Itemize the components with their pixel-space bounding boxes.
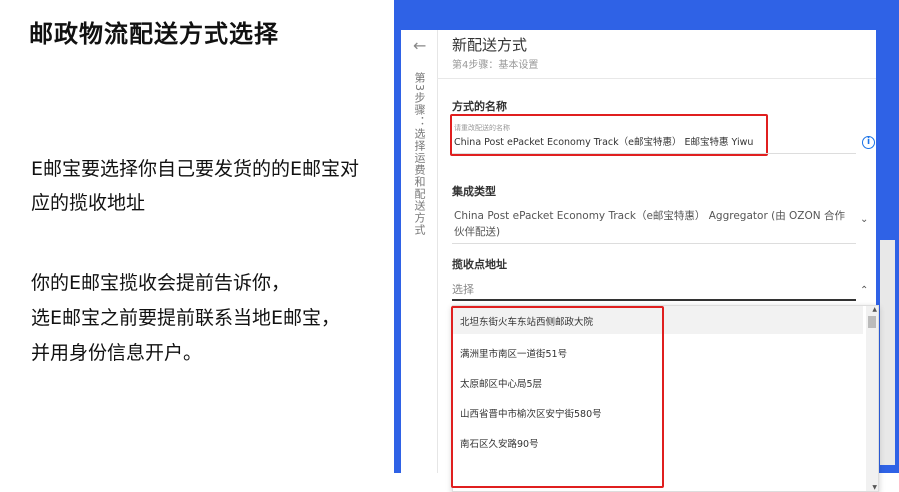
integration-underline — [452, 243, 856, 244]
slide-title: 邮政物流配送方式选择 — [29, 20, 279, 48]
scroll-up-icon[interactable]: ▲ — [872, 306, 877, 313]
address-highlight-box — [451, 306, 664, 488]
page-scrollbar[interactable] — [880, 240, 895, 465]
back-arrow-icon[interactable]: ← — [413, 36, 426, 55]
instruction-line-2: 选E邮宝之前要提前联系当地E邮宝， — [31, 307, 341, 329]
scroll-down-icon[interactable]: ▼ — [872, 484, 877, 491]
pickup-address-select[interactable]: 选择 — [452, 281, 856, 299]
steps-sidebar: ← 第3步骤：选择运费和配送方式 — [401, 30, 438, 473]
method-name-underline — [452, 153, 856, 154]
instruction-line-3: 并用身份信息开户。 — [31, 342, 203, 364]
page-subtitle: 第4步骤：基本设置 — [452, 60, 539, 71]
pickup-underline — [452, 299, 856, 301]
step-label: 第3步骤：选择运费和配送方式 — [413, 72, 426, 236]
integration-type-label: 集成类型 — [452, 185, 496, 198]
page-title: 新配送方式 — [452, 36, 528, 54]
scrollbar-thumb[interactable] — [868, 316, 876, 328]
method-name-highlight-spacer — [450, 114, 764, 152]
method-name-label: 方式的名称 — [452, 100, 507, 113]
instruction-paragraph-1: E邮宝要选择你自己要发货的的E邮宝对应的揽收地址 — [31, 158, 360, 214]
info-icon[interactable]: i — [862, 136, 875, 149]
slide-left-pane: 邮政物流配送方式选择 E邮宝要选择你自己要发货的的E邮宝对应的揽收地址 你的E邮… — [0, 0, 394, 473]
chevron-up-icon[interactable]: ⌃ — [860, 285, 868, 296]
instruction-paragraph-2: 你的E邮宝揽收会提前告诉你， 选E邮宝之前要提前联系当地E邮宝， 并用身份信息开… — [31, 266, 381, 371]
instruction-line-1: 你的E邮宝揽收会提前告诉你， — [31, 272, 291, 294]
pickup-address-label: 揽收点地址 — [452, 258, 507, 271]
dropdown-scrollbar[interactable]: ▲ ▼ — [866, 306, 878, 491]
chevron-down-icon[interactable]: ⌄ — [860, 214, 868, 225]
panel-header: 新配送方式 第4步骤：基本设置 — [437, 30, 876, 79]
integration-type-select[interactable]: China Post ePacket Economy Track（e邮宝特惠） … — [454, 208, 848, 240]
